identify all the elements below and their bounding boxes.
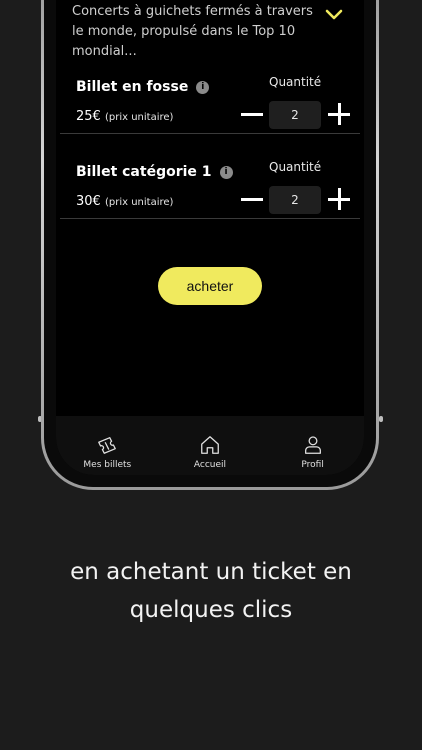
phone-frame: Concerts à guichets fermés à travers le … — [41, 0, 379, 490]
info-icon[interactable]: i — [219, 165, 233, 179]
ticket-row: Billet catégorie 1 i 30€ (prix unitaire)… — [60, 134, 360, 219]
marketing-caption: en achetant un ticket en quelques clics — [0, 553, 422, 629]
user-icon — [304, 436, 321, 454]
increase-quantity-button[interactable] — [328, 103, 350, 125]
ticket-price-unit: (prix unitaire) — [104, 197, 174, 208]
quantity-value[interactable]: 2 — [269, 186, 321, 214]
tab-label: Mes billets — [83, 460, 132, 470]
ticket-name: Billet catégorie 1 i — [76, 164, 233, 180]
tab-label: Profil — [301, 460, 324, 470]
quantity-value[interactable]: 2 — [269, 101, 321, 129]
ticket-price-value: 25€ — [76, 109, 101, 124]
ticket-price-value: 30€ — [76, 194, 101, 209]
app-screen: Concerts à guichets fermés à travers le … — [56, 0, 364, 475]
home-icon — [201, 436, 219, 454]
tab-accueil[interactable]: Accueil — [165, 416, 255, 475]
quantity-label: Quantité — [269, 160, 322, 174]
quantity-label: Quantité — [269, 75, 322, 89]
tab-mes-billets[interactable]: Mes billets — [62, 416, 152, 475]
phone-bezel: Concerts à guichets fermés à travers le … — [44, 0, 376, 487]
ticket-price: 30€ (prix unitaire) — [76, 194, 173, 209]
buy-button[interactable]: acheter — [158, 267, 262, 305]
ticket-name-label: Billet en fosse — [76, 79, 189, 95]
info-icon[interactable]: i — [196, 80, 210, 94]
ticket-name-label: Billet catégorie 1 — [76, 164, 212, 180]
caption-line-1: en achetant un ticket en — [70, 559, 352, 585]
ticket-icon — [98, 437, 117, 454]
tab-profil[interactable]: Profil — [268, 416, 358, 475]
bottom-tab-bar: Mes billets Accueil Profil — [56, 416, 364, 475]
increase-quantity-button[interactable] — [328, 188, 350, 210]
tab-label: Accueil — [193, 460, 227, 470]
decrease-quantity-button[interactable] — [241, 188, 263, 210]
ticket-name: Billet en fosse i — [76, 79, 210, 95]
ticket-price-unit: (prix unitaire) — [104, 112, 174, 123]
ticket-row: Billet en fosse i 25€ (prix unitaire) Qu… — [60, 49, 360, 134]
ticket-price: 25€ (prix unitaire) — [76, 109, 173, 124]
decrease-quantity-button[interactable] — [241, 103, 263, 125]
caption-line-2: quelques clics — [129, 597, 293, 623]
phone-side-button-right — [379, 416, 383, 422]
chevron-down-icon[interactable] — [324, 8, 344, 22]
